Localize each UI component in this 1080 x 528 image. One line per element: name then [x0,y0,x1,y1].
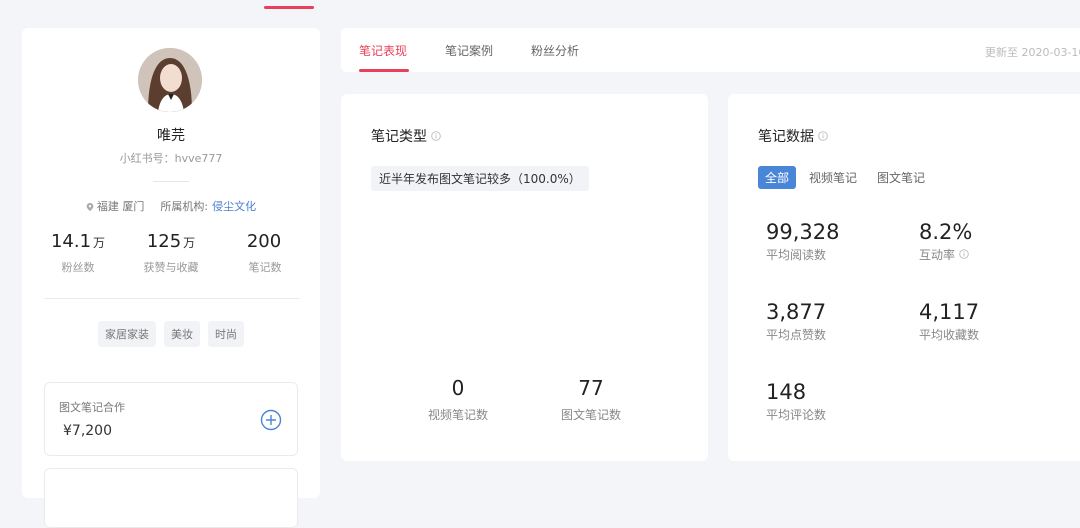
metric-label: 平均阅读数 [766,248,827,262]
location-row: 福建 厦门 所属机构: 侵尘文化 [22,198,320,214]
info-icon[interactable] [959,249,969,259]
tab-fan-analysis[interactable]: 粉丝分析 [531,42,579,59]
stat-value: 125 [146,231,182,252]
stat-likes-collects: 125 万 获赞与收藏 [121,231,221,275]
tag: 家居家装 [98,321,156,347]
filter-all[interactable]: 全部 [758,166,797,189]
stat-value: 200 [246,231,282,252]
metric-avg-collect: 4,117 平均收藏数 [919,300,979,343]
metric-interaction-rate: 8.2% 互动率 [919,220,972,263]
count-value: 77 [578,376,604,400]
coop-price: ¥7,200 [63,423,112,439]
stat-unit: 万 [183,236,196,250]
panel-title: 笔记类型 [371,126,441,146]
metric-label: 平均评论数 [766,408,827,422]
coop-title: 图文笔记合作 [59,401,125,414]
info-icon[interactable] [818,131,828,141]
tab-note-cases[interactable]: 笔记案例 [445,42,493,59]
stat-fans: 14.1 万 粉丝数 [28,231,128,275]
metric-avg-comment: 148 平均评论数 [766,380,826,423]
location-text: 福建 厦门 [96,200,145,213]
profile-card: 唯芫 小红书号：hvve777 福建 厦门 所属机构: 侵尘文化 14.1 万 粉丝数… [22,28,320,528]
stat-label: 粉丝数 [61,261,95,274]
coop-card-secondary [44,468,298,528]
note-type-title: 笔记类型 [371,129,427,145]
divider [153,181,189,182]
profile-name: 唯芫 [157,128,185,144]
tab-note-performance[interactable]: 笔记表现 [359,42,407,59]
stat-unit: 万 [93,236,106,250]
metric-label: 平均点赞数 [766,328,827,342]
stat-label: 笔记数 [248,261,282,274]
metric-avg-read: 99,328 平均阅读数 [766,220,839,263]
metric-value: 4,117 [919,300,980,324]
metric-value: 99,328 [766,220,840,244]
metric-value: 148 [766,380,807,404]
location-pin-icon [86,203,94,211]
note-type-summary: 近半年发布图文笔记较多（100.0%） [371,166,589,191]
info-icon[interactable] [431,131,441,141]
image-note-count: 77 图文笔记数 [531,376,651,423]
count-label: 视频笔记数 [427,408,488,422]
metric-value: 8.2% [919,220,973,244]
add-circle-icon[interactable] [260,409,282,431]
note-data-panel: 笔记数据 全部 视频笔记 图文笔记 99,328 平均阅读数 8.2% 互动率 … [728,94,1080,461]
tab-bar: 笔记表现 笔记案例 粉丝分析 更新至 2020-03-16 [341,28,1080,72]
updated-date: 更新至 2020-03-16 [985,46,1080,59]
category-tags: 家居家装 美妆 时尚 [22,321,320,347]
profile-id: 小红书号：hvve777 [119,152,223,165]
metric-label: 互动率 [919,246,972,263]
metric-label-text: 互动率 [919,248,956,262]
coop-card-image-note: 图文笔记合作 ¥7,200 [44,382,298,456]
count-label: 图文笔记数 [560,408,621,422]
filter-video-notes[interactable]: 视频笔记 [802,166,864,189]
note-filter-tabs: 全部 视频笔记 图文笔记 [758,166,938,189]
active-tab-indicator [359,69,409,72]
stat-value: 14.1 [50,231,92,252]
top-nav-active-indicator [264,6,314,9]
metric-label: 平均收藏数 [919,328,980,342]
divider [44,298,300,299]
panel-title: 笔记数据 [758,126,828,146]
tag: 时尚 [208,321,244,347]
video-note-count: 0 视频笔记数 [398,376,518,423]
stat-label: 获赞与收藏 [143,261,199,274]
org-link[interactable]: 侵尘文化 [212,200,256,213]
avatar[interactable] [138,48,202,112]
metric-value: 3,877 [766,300,827,324]
filter-image-notes[interactable]: 图文笔记 [870,166,932,189]
stat-notes: 200 笔记数 [215,231,315,275]
metric-avg-like: 3,877 平均点赞数 [766,300,826,343]
profile-stats: 14.1 万 粉丝数 125 万 获赞与收藏 200 笔记数 [22,231,320,285]
tag: 美妆 [164,321,200,347]
note-data-title: 笔记数据 [758,129,814,145]
org-label: 所属机构: [160,200,209,213]
note-type-panel: 笔记类型 近半年发布图文笔记较多（100.0%） 0 视频笔记数 77 图文笔记… [341,94,708,461]
count-value: 0 [451,376,465,400]
